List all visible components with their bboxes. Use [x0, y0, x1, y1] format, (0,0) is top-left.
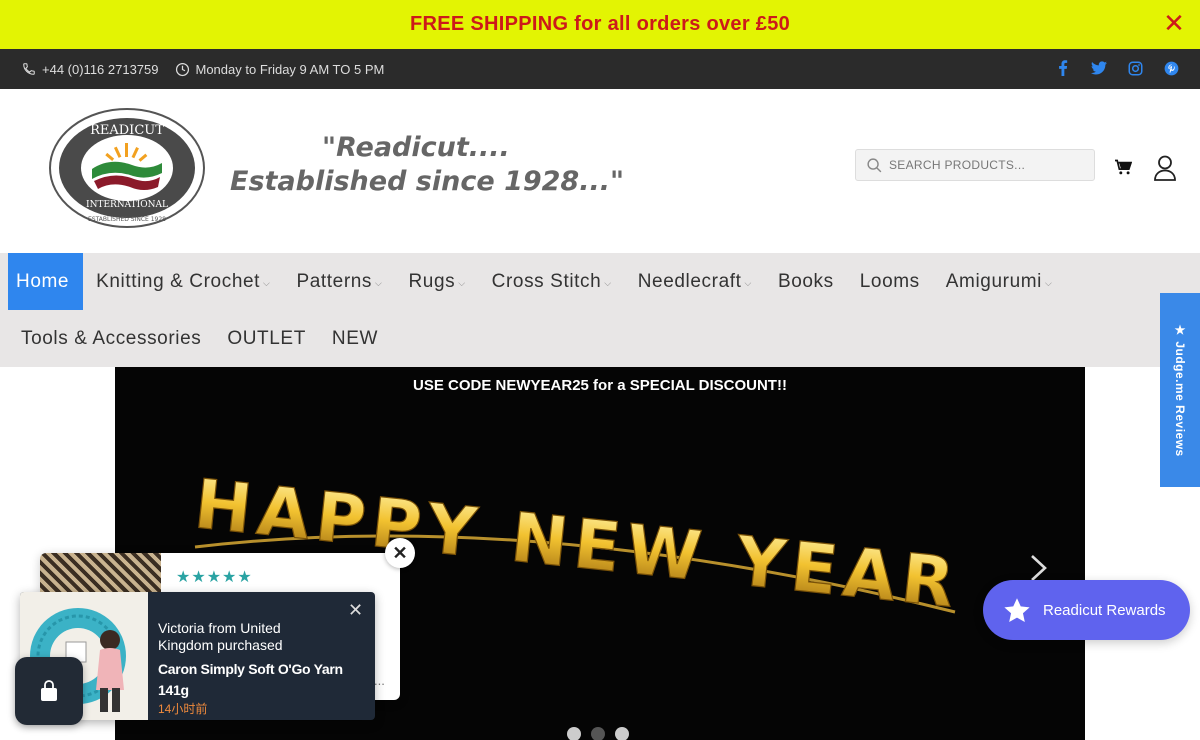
social-links [1054, 59, 1180, 77]
nav-label: Knitting & Crochet [96, 270, 261, 292]
readicut-logo: READICUT INTERNATIONAL ESTABLISHED SINCE… [49, 108, 205, 228]
chevron-down-icon: ⌵ [263, 278, 271, 288]
clock-icon [175, 62, 189, 76]
close-icon[interactable]: ✕ [1162, 10, 1186, 36]
nav-label: Amigurumi [945, 270, 1042, 292]
nav-label: OUTLET [227, 327, 306, 349]
nav-item-home[interactable]: Home [8, 253, 84, 310]
chevron-down-icon: ⌵ [1044, 278, 1053, 288]
chevron-down-icon: ⌵ [375, 278, 383, 288]
chevron-down-icon: ⌵ [458, 278, 466, 288]
instagram-icon[interactable] [1126, 59, 1144, 77]
nav-item-outlet[interactable]: OUTLET [214, 310, 319, 367]
purchase-time: 14小时前 [158, 702, 208, 716]
search-icon [867, 157, 882, 172]
nav-row-2: Tools & Accessories OUTLET NEW [8, 310, 391, 367]
shopping-bag-icon [41, 680, 57, 701]
nav-label: Books [777, 270, 834, 292]
review-ellipsis: ... [374, 673, 385, 688]
review-product-image [40, 553, 161, 593]
nav-item-amigurumi[interactable]: Amigurumi ⌵ [933, 253, 1066, 310]
slider-dot[interactable] [615, 727, 629, 740]
logo-bottom-text: INTERNATIONAL [86, 200, 168, 210]
opening-hours: Monday to Friday 9 AM TO 5 PM [195, 61, 385, 77]
shop-chat-button[interactable] [15, 657, 83, 725]
nav-item-rugs[interactable]: Rugs ⌵ [395, 253, 478, 310]
slider-dot[interactable] [591, 727, 605, 740]
nav-item-knitting-crochet[interactable]: Knitting & Crochet ⌵ [83, 253, 283, 310]
nav-label: Patterns [296, 270, 373, 292]
nav-label: Cross Stitch [491, 270, 602, 292]
nav-row-1: Home Knitting & Crochet ⌵ Patterns ⌵ Rugs ⌵… [8, 253, 1065, 310]
user-icon[interactable] [1154, 155, 1176, 186]
nav-label: Needlecraft [637, 270, 742, 292]
pinterest-icon[interactable] [1162, 59, 1180, 77]
nav-item-looms[interactable]: Looms [847, 253, 933, 310]
nav-label: Looms [859, 270, 920, 292]
facebook-icon[interactable] [1054, 59, 1072, 77]
phone-icon [23, 63, 35, 75]
hours-info: Monday to Friday 9 AM TO 5 PM [175, 61, 385, 77]
close-icon[interactable]: ✕ [385, 538, 415, 568]
tagline-line-1: "Readicut.... [322, 132, 510, 163]
main-nav: Home Knitting & Crochet ⌵ Patterns ⌵ Rugs ⌵… [0, 253, 1200, 367]
logo-established-text: ESTABLISHED SINCE 1928 [88, 216, 166, 223]
info-bar: +44 (0)116 2713759 Monday to Friday 9 AM… [0, 49, 1200, 89]
logo[interactable]: READICUT INTERNATIONAL ESTABLISHED SINCE… [48, 107, 206, 229]
nav-label: Tools & Accessories [21, 327, 202, 349]
discount-code-text: USE CODE NEWYEAR25 for a SPECIAL DISCOUN… [413, 377, 787, 394]
star-icon [1004, 597, 1030, 622]
nav-item-new[interactable]: NEW [319, 310, 391, 367]
nav-item-tools-accessories[interactable]: Tools & Accessories [8, 310, 214, 367]
nav-item-needlecraft[interactable]: Needlecraft ⌵ [625, 253, 765, 310]
chevron-down-icon: ⌵ [744, 278, 752, 288]
twitter-icon[interactable] [1090, 59, 1108, 77]
site-header: READICUT INTERNATIONAL ESTABLISHED SINCE… [0, 89, 1200, 253]
judgeme-label: ★ Judge.me Reviews [1173, 323, 1187, 457]
cart-icon[interactable] [1114, 159, 1133, 180]
phone-number: +44 (0)116 2713759 [42, 61, 159, 77]
slider-dot[interactable] [567, 727, 581, 740]
tagline: "Readicut.... Established since 1928..." [230, 131, 650, 199]
nav-label: Rugs [408, 270, 456, 292]
slider-dots [567, 727, 629, 740]
nav-item-books[interactable]: Books [765, 253, 847, 310]
rewards-button[interactable]: Readicut Rewards [983, 580, 1190, 640]
chevron-down-icon: ⌵ [604, 278, 612, 288]
purchaser-text: Victoria from United Kingdom purchased [158, 620, 283, 653]
promo-bar: FREE SHIPPING for all orders over £50 ✕ [0, 0, 1200, 49]
nav-label: Home [16, 270, 70, 292]
close-icon[interactable]: ✕ [348, 600, 363, 621]
nav-item-patterns[interactable]: Patterns ⌵ [283, 253, 395, 310]
search-input[interactable] [889, 158, 1089, 172]
chevron-right-icon[interactable] [1027, 553, 1051, 583]
rewards-label: Readicut Rewards [1043, 601, 1166, 619]
nav-label: NEW [331, 327, 379, 349]
judgeme-reviews-tab[interactable]: ★ Judge.me Reviews [1160, 293, 1200, 487]
nav-item-cross-stitch[interactable]: Cross Stitch ⌵ [479, 253, 625, 310]
purchased-product-name[interactable]: Caron Simply Soft O'Go Yarn 141g [158, 659, 358, 701]
review-stars: ★★★★★ [176, 569, 253, 586]
search-box[interactable] [855, 149, 1095, 181]
promo-text: FREE SHIPPING for all orders over £50 [409, 13, 791, 35]
tagline-line-2: Established since 1928..." [230, 166, 625, 197]
phone-info[interactable]: +44 (0)116 2713759 [22, 62, 159, 77]
logo-top-text: READICUT [90, 123, 164, 138]
